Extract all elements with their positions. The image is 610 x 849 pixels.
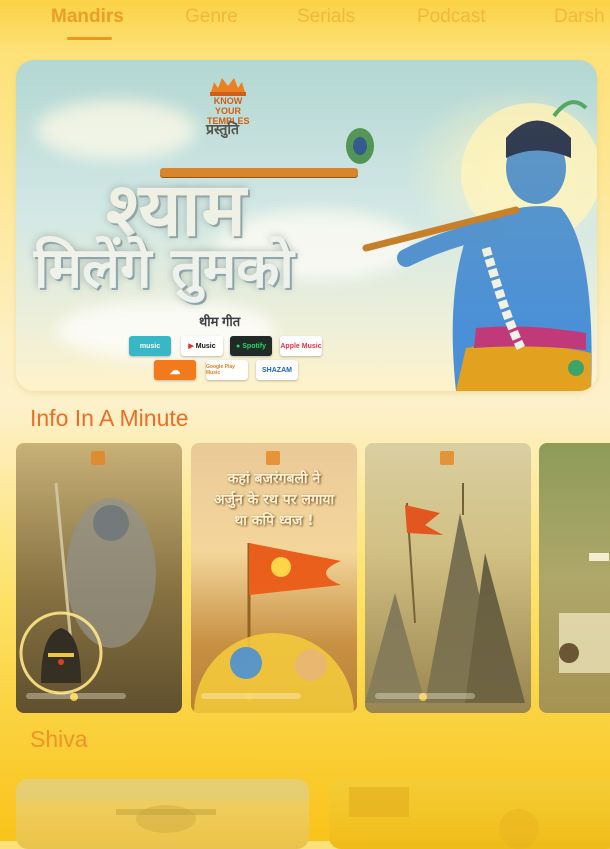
temple-logo-icon	[210, 78, 246, 96]
shiva-card-thumbnail	[16, 779, 309, 833]
info-card[interactable]	[365, 443, 531, 713]
soundcloud-badge[interactable]: ☁	[154, 360, 196, 380]
google-play-music-badge[interactable]: Google Play Music	[206, 360, 248, 380]
cloud-decoration	[36, 100, 196, 160]
krishna-illustration	[346, 100, 597, 391]
tab-serials[interactable]: Serials	[297, 6, 355, 28]
temple-illustration	[365, 483, 525, 703]
card-footer-text	[375, 693, 475, 699]
info-card[interactable]	[16, 443, 182, 713]
spotify-label: Spotify	[242, 342, 266, 350]
top-tab-bar: Mandirs Genre Serials Podcast Darsh	[0, 0, 610, 46]
info-card[interactable]: कहां बजरंगबली ने अर्जुन के रथ पर लगाया थ…	[191, 443, 357, 713]
tab-genre[interactable]: Genre	[185, 6, 238, 28]
shiva-card[interactable]	[16, 779, 309, 849]
active-tab-indicator	[67, 37, 112, 40]
card-footer-text	[26, 693, 126, 699]
section-title-info: Info In A Minute	[30, 405, 189, 431]
tab-mandirs[interactable]: Mandirs	[51, 6, 124, 28]
shiva-card-thumbnail	[349, 787, 539, 849]
hero-title-line2: मिलेंगे तुमको	[34, 235, 294, 301]
presents-label: प्रस्तुति	[206, 121, 239, 137]
youtube-music-badge[interactable]: ▶ Music	[181, 336, 223, 356]
logo-text-line1: KNOW YOUR	[213, 96, 243, 116]
shiva-card[interactable]	[329, 779, 610, 849]
flag-illustration	[194, 543, 354, 713]
tab-podcast[interactable]: Podcast	[417, 6, 486, 28]
spotify-badge[interactable]: ● Spotify	[230, 336, 272, 356]
apple-music-badge[interactable]: Apple Music	[280, 336, 322, 356]
info-card[interactable]	[539, 443, 610, 713]
section-title-shiva: Shiva	[30, 726, 88, 752]
soundcloud-icon: ☁	[169, 364, 181, 377]
hero-banner[interactable]: KNOW YOUR TEMPLES प्रस्तुति श्याम मिलेंग…	[16, 60, 597, 391]
shazam-badge[interactable]: SHAZAM	[256, 360, 298, 380]
play-icon: ▶	[188, 343, 194, 350]
street-illustration	[559, 553, 610, 673]
shiva-illustration	[19, 482, 156, 695]
hero-subtitle: थीम गीत	[199, 314, 241, 329]
amazon-music-badge[interactable]: music	[129, 336, 171, 356]
card-footer-text	[201, 693, 301, 699]
know-your-temples-logo: KNOW YOUR TEMPLES	[207, 74, 250, 126]
spotify-icon: ●	[236, 342, 241, 350]
youtube-music-label: Music	[195, 342, 216, 350]
tab-darshan[interactable]: Darsh	[554, 6, 605, 28]
